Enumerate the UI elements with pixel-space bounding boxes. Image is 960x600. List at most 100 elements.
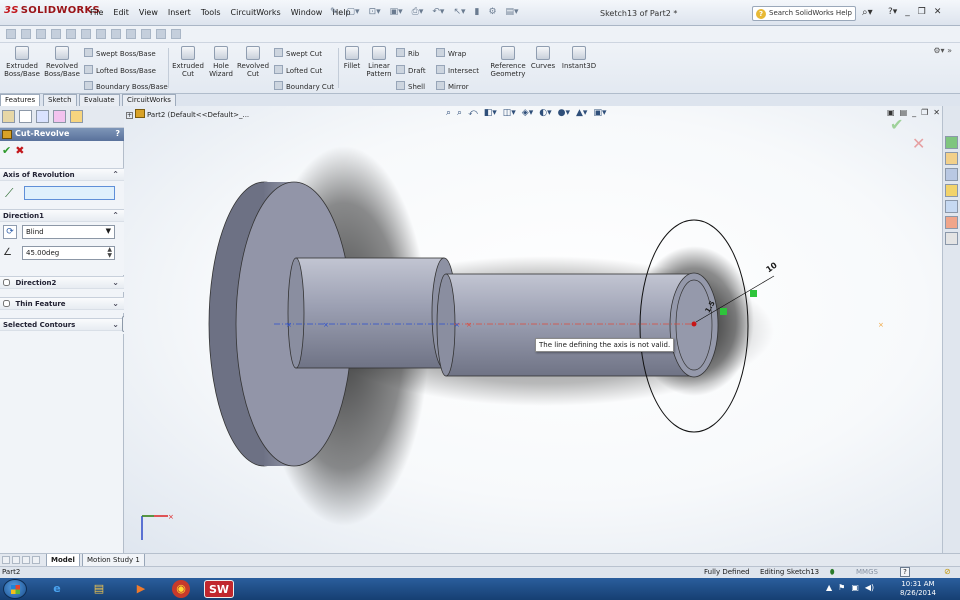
menu-tools[interactable]: Tools	[201, 8, 221, 17]
pin-icon[interactable]: ✎	[330, 7, 338, 17]
configuration-manager-icon[interactable]	[36, 110, 49, 123]
menu-insert[interactable]: Insert	[168, 8, 191, 17]
first-tab-icon[interactable]	[2, 556, 10, 564]
graphics-area[interactable]: + Part2 (Default<<Default>_... ⌕ ⌕ ⤺ ◧▾ ◫…	[124, 106, 942, 553]
appearances-icon[interactable]	[945, 216, 958, 229]
menu-view[interactable]: View	[139, 8, 158, 17]
print-icon[interactable]: ⎙▾	[412, 7, 424, 17]
direction1-section-header[interactable]: Direction1 ⌃	[0, 209, 124, 222]
reference-geometry-button[interactable]: Reference Geometry	[488, 46, 528, 78]
tab-circuitworks[interactable]: CircuitWorks	[122, 94, 176, 106]
toolbar-icon[interactable]	[51, 29, 61, 39]
custom-properties-icon[interactable]	[945, 232, 958, 245]
angle-input[interactable]: 45.00deg ▲ ▼	[22, 246, 115, 260]
menu-file[interactable]: File	[90, 8, 103, 17]
toolbar-options-icon[interactable]: ⚙▾ »	[933, 46, 952, 55]
design-library-icon[interactable]	[945, 168, 958, 181]
select-icon[interactable]: ↖▾	[453, 7, 465, 17]
sketch-handle[interactable]	[750, 290, 757, 297]
toolbar-icon[interactable]	[126, 29, 136, 39]
customize-icon[interactable]: ▤▾	[506, 7, 519, 17]
expand-chevron-icon[interactable]: ⌄	[112, 278, 119, 287]
end-condition-select[interactable]: Blind ▼	[22, 225, 115, 239]
mirror-button[interactable]: Mirror	[436, 81, 469, 91]
home-icon[interactable]	[945, 152, 958, 165]
spinner-icon[interactable]: ▲ ▼	[107, 247, 112, 259]
selected-contours-section-header[interactable]: Selected Contours ⌄	[0, 318, 124, 331]
file-explorer-icon[interactable]	[945, 184, 958, 197]
next-tab-icon[interactable]	[22, 556, 30, 564]
help-button[interactable]: ?	[115, 129, 120, 138]
shell-button[interactable]: Shell	[396, 81, 425, 91]
instant3d-button[interactable]: Instant3D	[560, 46, 598, 70]
solidworks-taskbar-icon[interactable]: SW	[204, 580, 234, 598]
network-icon[interactable]: ▣	[851, 583, 859, 592]
toolbar-icon[interactable]	[111, 29, 121, 39]
start-button[interactable]	[3, 579, 27, 599]
collapse-chevron-icon[interactable]: ⌃	[112, 170, 119, 179]
file-explorer-icon[interactable]: ▤	[84, 580, 114, 598]
minimize-icon[interactable]: _	[905, 7, 910, 17]
toolbar-icon[interactable]	[81, 29, 91, 39]
sketch-handle[interactable]	[720, 308, 727, 315]
swept-cut-button[interactable]: Swept Cut	[274, 48, 322, 58]
volume-icon[interactable]: ◀)	[865, 583, 874, 592]
boundary-cut-button[interactable]: Boundary Cut	[274, 81, 334, 91]
toolbar-icon[interactable]	[36, 29, 46, 39]
toolbar-icon[interactable]	[6, 29, 16, 39]
thin-feature-checkbox[interactable]	[3, 300, 10, 307]
cancel-x-icon[interactable]: ✖	[15, 144, 24, 157]
direction2-checkbox[interactable]	[3, 279, 10, 286]
curves-button[interactable]: Curves	[530, 46, 556, 70]
extruded-cut-button[interactable]: Extruded Cut	[171, 46, 205, 78]
view-palette-icon[interactable]	[945, 200, 958, 213]
direction2-section-header[interactable]: Direction2 ⌄	[0, 276, 124, 289]
resources-icon[interactable]	[945, 136, 958, 149]
menu-edit[interactable]: Edit	[113, 8, 129, 17]
open-icon[interactable]: ⊡▾	[369, 7, 381, 17]
revolved-cut-button[interactable]: Revolved Cut	[236, 46, 270, 78]
toolbar-icon[interactable]	[66, 29, 76, 39]
tab-evaluate[interactable]: Evaluate	[79, 94, 120, 106]
thin-feature-section-header[interactable]: Thin Feature ⌄	[0, 297, 124, 310]
expand-chevron-icon[interactable]: ⌄	[112, 299, 119, 308]
wrap-button[interactable]: Wrap	[436, 48, 466, 58]
feature-manager-icon[interactable]	[2, 110, 15, 123]
solidworks-logo[interactable]: 3S SOLIDWORKS	[4, 5, 100, 16]
toolbar-icon[interactable]	[156, 29, 166, 39]
new-document-icon[interactable]: ▢▾	[347, 7, 360, 17]
reverse-direction-icon[interactable]: ⟳	[3, 225, 17, 239]
expand-chevron-icon[interactable]: ⌄	[112, 320, 119, 329]
units-select[interactable]: MMGS	[856, 568, 878, 576]
internet-explorer-icon[interactable]: e	[42, 580, 72, 598]
lofted-cut-button[interactable]: Lofted Cut	[274, 65, 322, 75]
save-icon[interactable]: ▣▾	[390, 7, 403, 17]
ok-checkmark-icon[interactable]: ✔	[2, 144, 11, 157]
axis-section-header[interactable]: Axis of Revolution ⌃	[0, 168, 124, 181]
tab-sketch[interactable]: Sketch	[43, 94, 77, 106]
clock[interactable]: 10:31 AM 8/26/2014	[900, 580, 936, 598]
toolbar-icon[interactable]	[21, 29, 31, 39]
axis-selection-field[interactable]	[24, 186, 115, 200]
undo-icon[interactable]: ↶▾	[432, 7, 444, 17]
rebuild-icon[interactable]: ▮	[475, 7, 480, 17]
media-player-icon[interactable]: ▶	[126, 580, 156, 598]
restore-icon[interactable]: ❐	[918, 7, 926, 17]
hole-wizard-button[interactable]: Hole Wizard	[205, 46, 237, 78]
rib-button[interactable]: Rib	[396, 48, 419, 58]
chrome-icon[interactable]: ◉	[172, 580, 190, 598]
draft-button[interactable]: Draft	[396, 65, 426, 75]
property-manager-icon[interactable]	[19, 110, 32, 123]
lofted-boss-button[interactable]: Lofted Boss/Base	[84, 65, 156, 75]
menu-window[interactable]: Window	[291, 8, 323, 17]
revolved-boss-button[interactable]: Revolved Boss/Base	[42, 46, 82, 78]
rebuild-indicator-icon[interactable]: ⬮	[830, 568, 834, 577]
pin-icon[interactable]: ⊘	[944, 567, 951, 576]
boundary-boss-button[interactable]: Boundary Boss/Base	[84, 81, 168, 91]
quick-tips-button[interactable]: ?	[900, 567, 910, 577]
swept-boss-button[interactable]: Swept Boss/Base	[84, 48, 156, 58]
dimxpert-manager-icon[interactable]	[53, 110, 66, 123]
flag-icon[interactable]: ⚑	[838, 583, 845, 592]
display-manager-icon[interactable]	[70, 110, 83, 123]
extruded-boss-button[interactable]: Extruded Boss/Base	[3, 46, 41, 78]
